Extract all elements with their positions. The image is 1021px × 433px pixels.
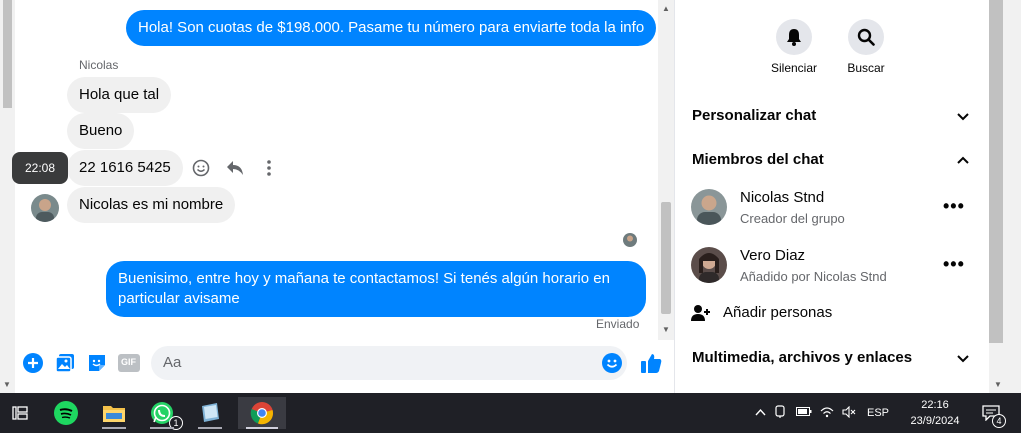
page-scrollbar-left[interactable]: ▼ bbox=[0, 0, 15, 393]
notes-app-icon[interactable] bbox=[190, 397, 230, 429]
language-indicator[interactable]: ESP bbox=[860, 407, 896, 419]
file-explorer-icon[interactable] bbox=[94, 397, 134, 429]
wifi-icon[interactable] bbox=[816, 406, 838, 421]
system-tray: ESP bbox=[752, 393, 896, 433]
scrollbar-thumb[interactable] bbox=[989, 0, 1003, 343]
photo-icon[interactable] bbox=[54, 352, 76, 374]
gif-label: GIF bbox=[121, 357, 136, 367]
sender-name: Nicolas bbox=[79, 58, 119, 72]
tooltip-time: 22:08 bbox=[24, 161, 56, 175]
message-text: Nicolas es mi nombre bbox=[79, 196, 224, 213]
bell-icon bbox=[787, 29, 801, 46]
chat-members-section[interactable]: Miembros del chat bbox=[692, 151, 824, 168]
message-status: Enviado bbox=[596, 317, 640, 331]
message-bubble-incoming[interactable]: Hola que tal bbox=[67, 77, 172, 113]
message-input-placeholder: Aa bbox=[163, 354, 182, 371]
like-icon[interactable] bbox=[640, 352, 662, 374]
scroll-down-arrow-icon[interactable]: ▼ bbox=[662, 325, 670, 334]
chat-info-panel: Silenciar Buscar Personalizar chat Miemb… bbox=[675, 0, 989, 393]
chevron-down-icon[interactable] bbox=[955, 351, 971, 367]
scroll-down-arrow-icon[interactable]: ▼ bbox=[994, 380, 1002, 389]
scrollbar-thumb[interactable] bbox=[3, 0, 12, 108]
member-avatar[interactable] bbox=[691, 189, 727, 225]
volume-muted-icon[interactable] bbox=[838, 405, 860, 421]
message-bubble-incoming[interactable]: Nicolas es mi nombre bbox=[67, 187, 236, 223]
member-role: Añadido por Nicolas Stnd bbox=[740, 269, 887, 284]
mute-button[interactable] bbox=[776, 19, 812, 55]
message-time-tooltip: 22:08 bbox=[12, 152, 68, 184]
task-view-icon[interactable] bbox=[0, 397, 40, 429]
member-options-icon[interactable]: ••• bbox=[943, 196, 965, 217]
message-text: 22 1616 5425 bbox=[79, 159, 171, 176]
emoji-icon[interactable] bbox=[601, 352, 623, 374]
customize-chat-section[interactable]: Personalizar chat bbox=[692, 107, 816, 124]
plus-icon[interactable] bbox=[22, 352, 44, 374]
system-clock[interactable]: 22:16 23/9/2024 bbox=[905, 397, 965, 429]
chevron-up-icon[interactable] bbox=[955, 152, 971, 168]
running-indicator bbox=[198, 427, 222, 429]
member-name[interactable]: Nicolas Stnd bbox=[740, 189, 824, 206]
message-text: Hola! Son cuotas de $198.000. Pasame tu … bbox=[138, 19, 645, 36]
scroll-down-arrow-icon[interactable]: ▼ bbox=[3, 380, 11, 389]
whatsapp-icon[interactable]: 1 bbox=[142, 397, 183, 430]
search-icon bbox=[857, 28, 875, 46]
active-indicator bbox=[246, 427, 278, 429]
scrollbar-thumb[interactable] bbox=[661, 202, 671, 314]
show-hidden-icons-icon[interactable] bbox=[752, 407, 768, 419]
member-avatar[interactable] bbox=[691, 247, 727, 283]
scroll-up-arrow-icon[interactable]: ▲ bbox=[662, 4, 670, 13]
member-options-icon[interactable]: ••• bbox=[943, 254, 965, 275]
running-indicator bbox=[150, 427, 174, 429]
chat-scrollbar[interactable]: ▲ ▼ bbox=[658, 0, 674, 340]
notification-count: 4 bbox=[992, 414, 1006, 428]
reply-icon[interactable] bbox=[224, 157, 246, 179]
running-indicator bbox=[102, 427, 126, 429]
search-label: Buscar bbox=[847, 61, 885, 75]
message-bubble-outgoing[interactable]: Buenisimo, entre hoy y mañana te contact… bbox=[106, 261, 646, 317]
more-options-icon[interactable] bbox=[258, 157, 280, 179]
search-button[interactable] bbox=[848, 19, 884, 55]
message-input[interactable]: Aa bbox=[151, 346, 627, 380]
sticker-icon[interactable] bbox=[86, 352, 108, 374]
mute-label: Silenciar bbox=[770, 61, 818, 75]
message-bubble-incoming[interactable]: Bueno bbox=[67, 113, 135, 149]
add-people-button[interactable]: Añadir personas bbox=[691, 303, 971, 325]
member-role: Creador del grupo bbox=[740, 211, 845, 226]
chrome-icon[interactable] bbox=[238, 397, 286, 429]
message-composer: GIF Aa bbox=[16, 340, 674, 393]
message-text: Buenisimo, entre hoy y mañana te contact… bbox=[118, 270, 610, 307]
sender-avatar[interactable] bbox=[31, 194, 59, 222]
message-text: Hola que tal bbox=[79, 86, 160, 103]
seen-avatar bbox=[623, 233, 637, 247]
page-scrollbar-right[interactable]: ▼ bbox=[989, 0, 1021, 393]
media-section[interactable]: Multimedia, archivos y enlaces bbox=[692, 349, 912, 366]
windows-taskbar: 1 ESP 22:16 23/9/2024 4 bbox=[0, 393, 1021, 433]
message-text: Bueno bbox=[79, 122, 123, 139]
gif-icon[interactable]: GIF bbox=[118, 352, 140, 374]
battery-icon[interactable] bbox=[792, 407, 816, 419]
clock-time: 22:16 bbox=[921, 399, 949, 411]
spotify-icon[interactable] bbox=[46, 397, 86, 429]
message-bubble-outgoing[interactable]: Hola! Son cuotas de $198.000. Pasame tu … bbox=[126, 10, 657, 46]
message-bubble-incoming[interactable]: 22 1616 5425 bbox=[67, 150, 183, 186]
clock-date: 23/9/2024 bbox=[910, 415, 960, 427]
add-person-icon bbox=[691, 305, 710, 321]
meet-now-icon[interactable] bbox=[768, 404, 792, 422]
message-actions bbox=[190, 157, 280, 179]
notification-center-icon[interactable]: 4 bbox=[976, 397, 1006, 429]
react-emoji-icon[interactable] bbox=[190, 157, 212, 179]
member-name[interactable]: Vero Diaz bbox=[740, 247, 805, 264]
chat-panel: Hola! Son cuotas de $198.000. Pasame tu … bbox=[12, 0, 675, 393]
add-people-label: Añadir personas bbox=[723, 304, 833, 321]
chevron-down-icon[interactable] bbox=[955, 109, 971, 125]
